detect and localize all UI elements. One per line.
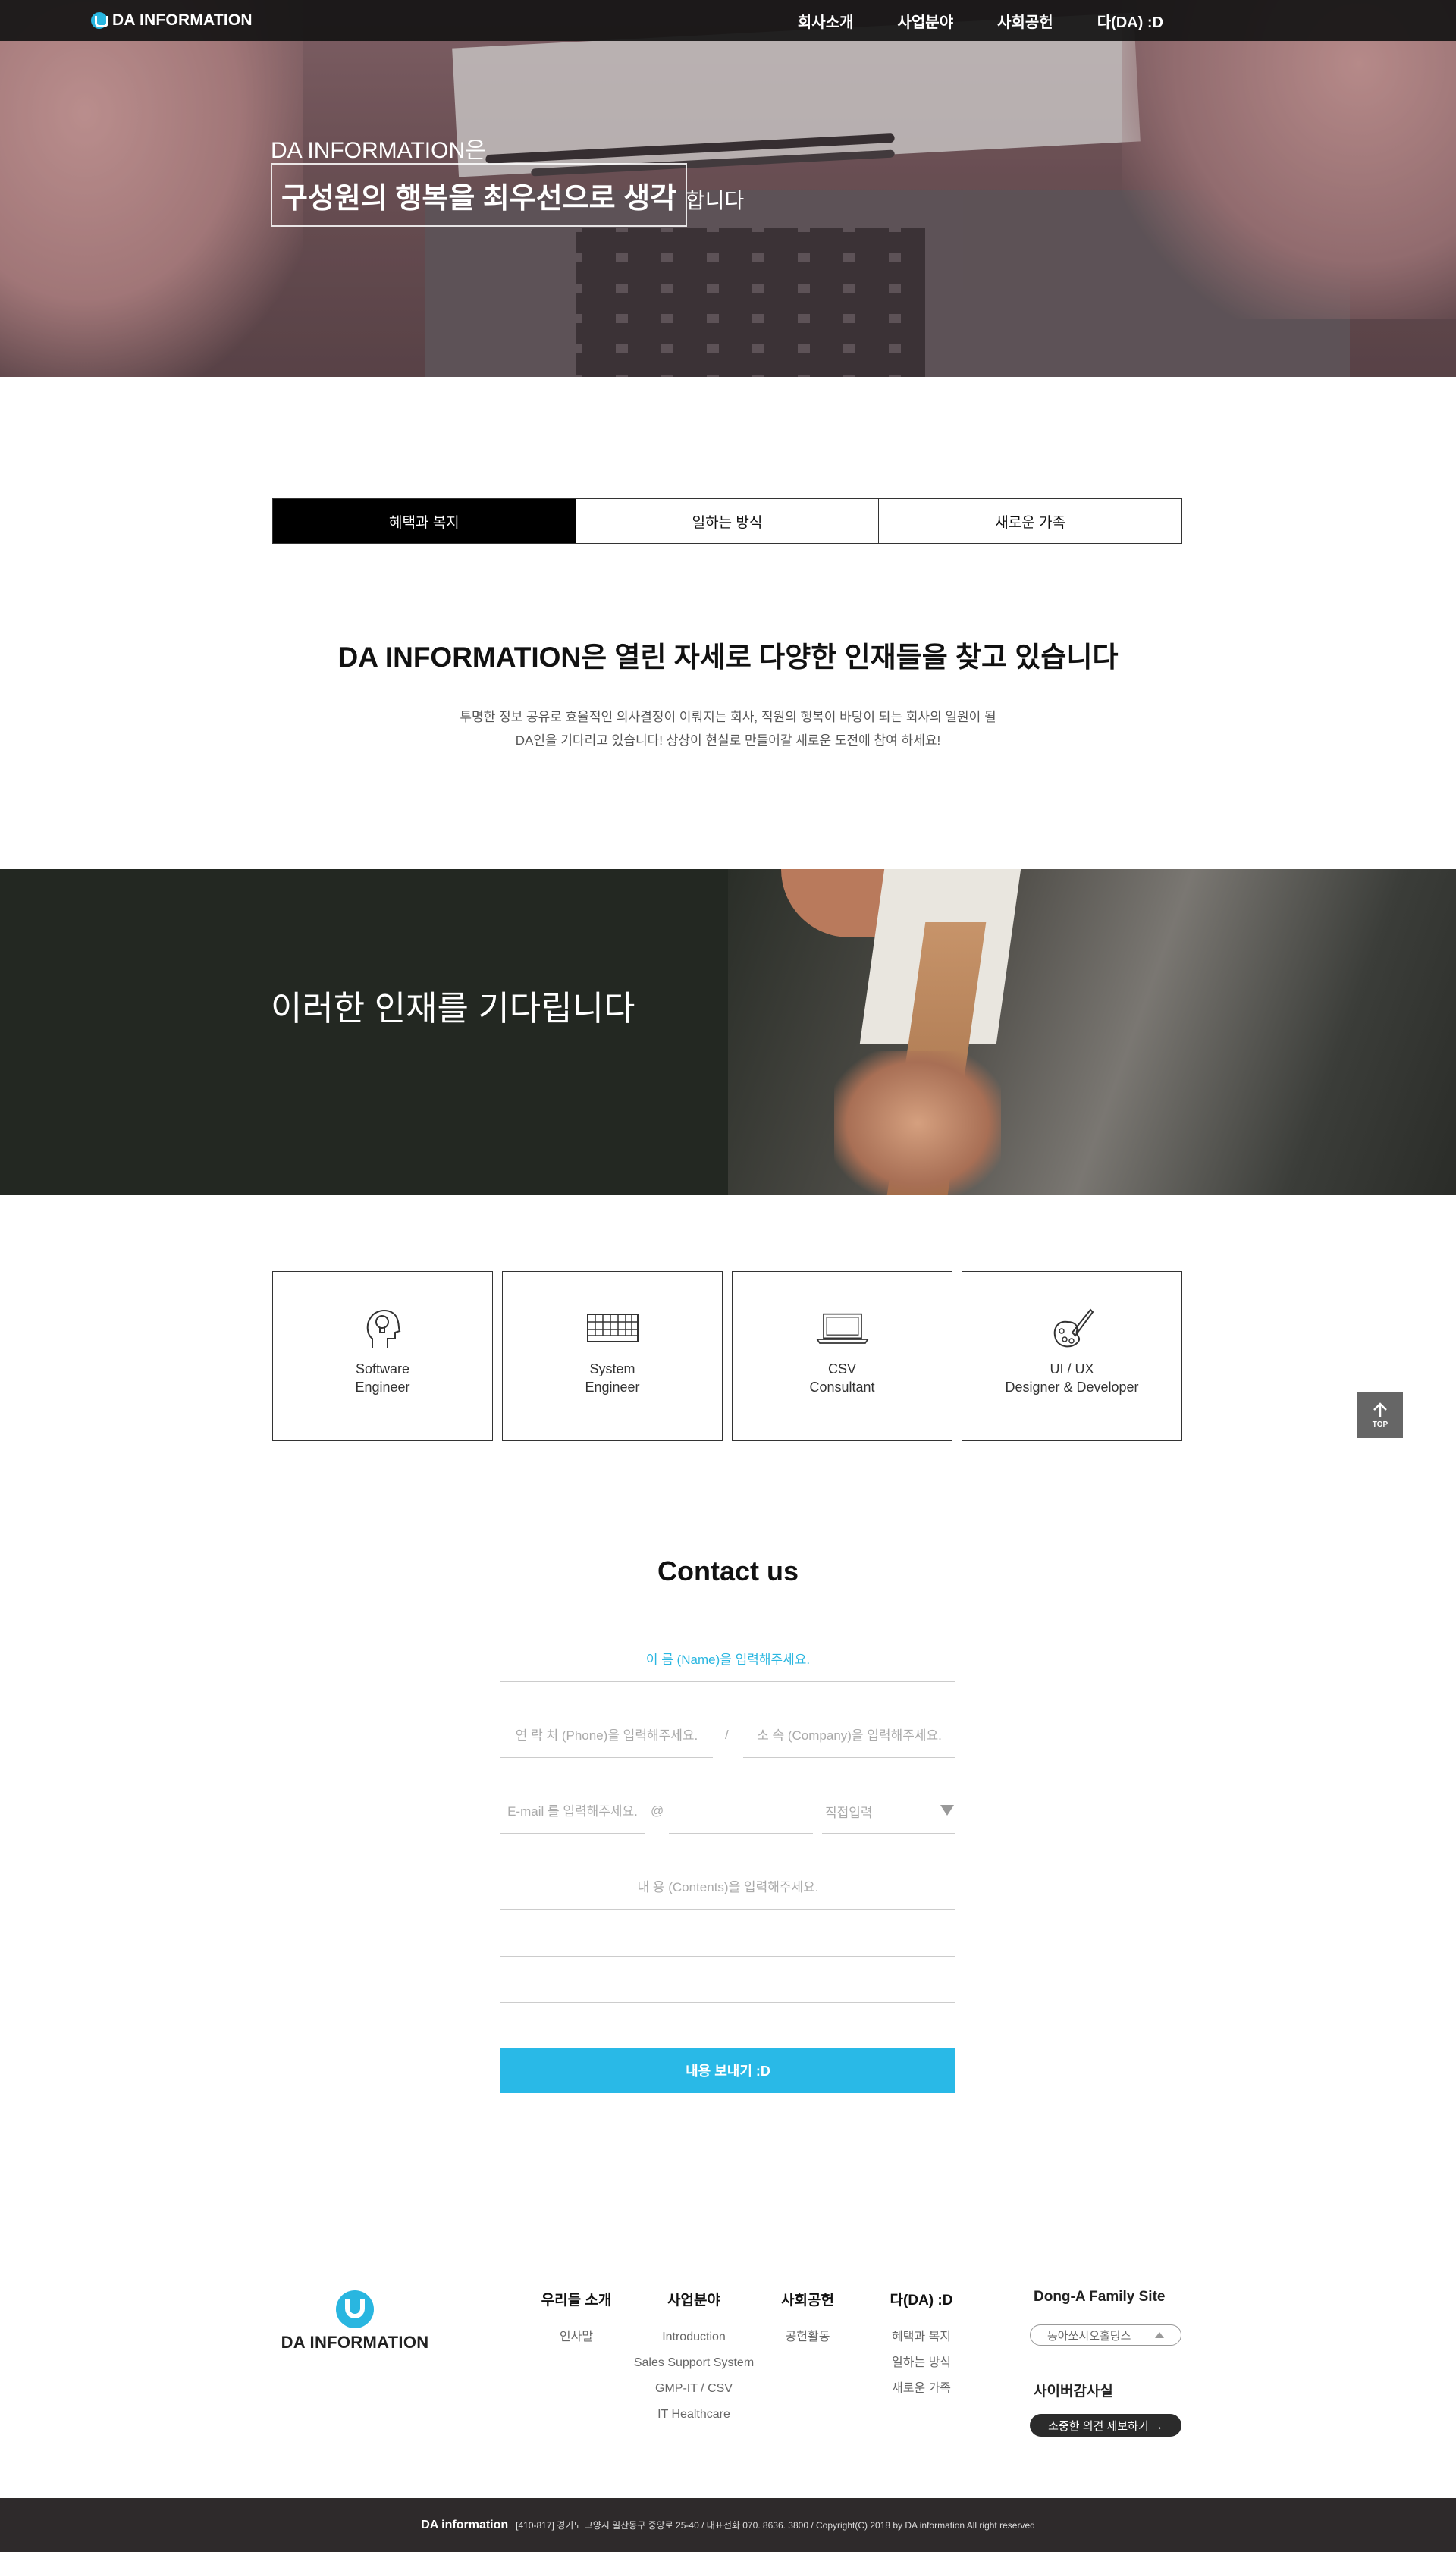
- contents-line[interactable]: [500, 2002, 956, 2003]
- talent-banner: [0, 869, 1456, 1195]
- phone-company-separator: /: [725, 1728, 729, 1742]
- job-card-software-engineer[interactable]: Software Engineer: [272, 1271, 493, 1441]
- intro-description: 투명한 정보 공유로 효율적인 의사결정이 이뤄지는 회사, 직원의 행복이 바…: [0, 705, 1456, 752]
- job-card-line: UI / UX: [1050, 1361, 1094, 1376]
- contents-input[interactable]: [500, 1866, 956, 1910]
- footer-col-about: 우리들 소개 인사말: [531, 2289, 622, 2350]
- footer-link[interactable]: GMP-IT / CSV: [622, 2376, 766, 2402]
- footer-link[interactable]: 혜택과 복지: [880, 2324, 963, 2350]
- bottom-bar: DA information [410-817] 경기도 고양시 일산동구 중앙…: [0, 2498, 1456, 2552]
- job-cards: Software Engineer System Engineer CSV Co…: [272, 1271, 1182, 1441]
- footer-col-title: 사회공헌: [781, 2293, 834, 2309]
- intro-desc-line: 투명한 정보 공유로 효율적인 의사결정이 이뤄지는 회사, 직원의 행복이 바…: [460, 710, 996, 724]
- nav-item-contribution[interactable]: 사회공헌: [997, 10, 1053, 32]
- header-logo[interactable]: DA INFORMATION: [91, 11, 253, 30]
- job-card-line: Consultant: [809, 1380, 875, 1395]
- hero-suffix: 합니다: [686, 189, 745, 212]
- job-card-line: Engineer: [585, 1380, 640, 1395]
- job-card-line: Designer & Developer: [1005, 1380, 1139, 1395]
- footer-col-title: 다(DA) :D: [890, 2293, 953, 2309]
- keyboard-icon: [586, 1305, 639, 1351]
- welfare-tabs: 혜택과 복지 일하는 방식 새로운 가족: [272, 498, 1182, 544]
- email-input[interactable]: [500, 1790, 645, 1834]
- job-card-system-engineer[interactable]: System Engineer: [502, 1271, 723, 1441]
- tab-work-style[interactable]: 일하는 방식: [575, 499, 879, 543]
- logo-text: DA INFORMATION: [112, 11, 253, 29]
- scroll-top-label: TOP: [1372, 1420, 1389, 1429]
- intro-desc-line: DA인을 기다리고 있습니다! 상상이 현실로 만들어갈 새로운 도전에 참여 …: [515, 733, 941, 748]
- family-site-title: Dong-A Family Site: [1034, 2289, 1166, 2305]
- cyber-audit-title: 사이버감사실: [1034, 2384, 1113, 2400]
- contact-title: Contact us: [657, 1555, 799, 1587]
- family-site-select[interactable]: 동아쏘시오홀딩스: [1030, 2324, 1181, 2346]
- footer-logo-text: DA INFORMATION: [281, 2333, 429, 2352]
- banner-title: 이러한 인재를 기다립니다: [271, 989, 635, 1028]
- report-opinion-button[interactable]: 소중한 의견 제보하기 →: [1030, 2414, 1181, 2437]
- arrow-up-icon: [1373, 1402, 1387, 1417]
- footer-link[interactable]: Sales Support System: [622, 2350, 766, 2376]
- contents-line[interactable]: [500, 1956, 956, 1957]
- email-at-sign: @: [651, 1803, 664, 1818]
- email-domain-select[interactable]: 직접입력: [822, 1790, 956, 1834]
- job-card-line: CSV: [827, 1361, 856, 1376]
- job-card-label: CSV Consultant: [809, 1360, 874, 1396]
- hero-highlight: 구성원의 행복을 최우선으로 생각: [271, 163, 688, 227]
- main-nav: 회사소개 사업분야 사회공헌 다(DA) :D: [754, 0, 1163, 41]
- footer-link[interactable]: 새로운 가족: [880, 2376, 963, 2402]
- nav-item-about[interactable]: 회사소개: [798, 10, 854, 32]
- footer-logo[interactable]: DA INFORMATION: [272, 2290, 438, 2353]
- footer-col-business: 사업분야 Introduction Sales Support System G…: [622, 2289, 766, 2428]
- chevron-up-icon: [1155, 2332, 1164, 2338]
- hero-line1: DA INFORMATION은: [271, 138, 486, 163]
- footer-col-da: 다(DA) :D 혜택과 복지 일하는 방식 새로운 가족: [880, 2289, 963, 2402]
- job-card-label: Software Engineer: [355, 1360, 410, 1396]
- banner-bg-hand: [834, 1051, 1001, 1195]
- footer-col-title: 사업분야: [667, 2293, 720, 2309]
- phone-input[interactable]: [500, 1714, 713, 1758]
- head-lightbulb-icon: [356, 1305, 410, 1351]
- job-card-ui-ux-designer[interactable]: UI / UX Designer & Developer: [962, 1271, 1182, 1441]
- job-card-label: System Engineer: [585, 1360, 639, 1396]
- email-domain-input[interactable]: [669, 1790, 813, 1834]
- job-card-line: Software: [355, 1361, 410, 1376]
- footer-link[interactable]: 일하는 방식: [880, 2350, 963, 2376]
- footer-link[interactable]: 공헌활동: [770, 2324, 846, 2350]
- footer-link[interactable]: Introduction: [622, 2324, 766, 2350]
- job-card-line: System: [589, 1361, 635, 1376]
- footer-link[interactable]: IT Healthcare: [622, 2402, 766, 2428]
- name-input[interactable]: [500, 1638, 956, 1682]
- email-domain-select-value: 직접입력: [825, 1806, 873, 1820]
- page: DA INFORMATION은 구성원의 행복을 최우선으로 생각 합니다 DA…: [0, 0, 1456, 2552]
- job-card-line: Engineer: [355, 1380, 410, 1395]
- footer-link[interactable]: 인사말: [531, 2324, 622, 2350]
- company-input[interactable]: [743, 1714, 956, 1758]
- site-header: DA INFORMATION 회사소개 사업분야 사회공헌 다(DA) :D: [0, 0, 1456, 41]
- job-card-label: UI / UX Designer & Developer: [1005, 1360, 1138, 1396]
- family-site-select-value: 동아쏘시오홀딩스: [1047, 2329, 1131, 2343]
- footer-col-contribution: 사회공헌 공헌활동: [770, 2289, 846, 2350]
- scroll-top-button[interactable]: TOP: [1357, 1392, 1403, 1438]
- intro-title: DA INFORMATION은 열린 자세로 다양한 인재들을 찾고 있습니다: [337, 642, 1119, 673]
- logo-icon: [336, 2290, 374, 2328]
- footer-col-title: 우리들 소개: [541, 2293, 612, 2309]
- job-card-csv-consultant[interactable]: CSV Consultant: [732, 1271, 952, 1441]
- tab-new-family[interactable]: 새로운 가족: [878, 499, 1182, 543]
- company-info: [410-817] 경기도 고양시 일산동구 중앙로 25-40 / 대표전화 …: [516, 2520, 1035, 2531]
- palette-brush-icon: [1046, 1305, 1099, 1351]
- chevron-down-icon: [940, 1805, 954, 1816]
- logo-icon: [91, 12, 108, 29]
- bottom-brand: DA information: [421, 2518, 509, 2532]
- nav-item-da[interactable]: 다(DA) :D: [1097, 10, 1163, 32]
- tab-benefits[interactable]: 혜택과 복지: [273, 499, 576, 543]
- laptop-icon: [815, 1305, 869, 1351]
- submit-button[interactable]: 내용 보내기 :D: [500, 2048, 956, 2093]
- nav-item-business[interactable]: 사업분야: [898, 10, 954, 32]
